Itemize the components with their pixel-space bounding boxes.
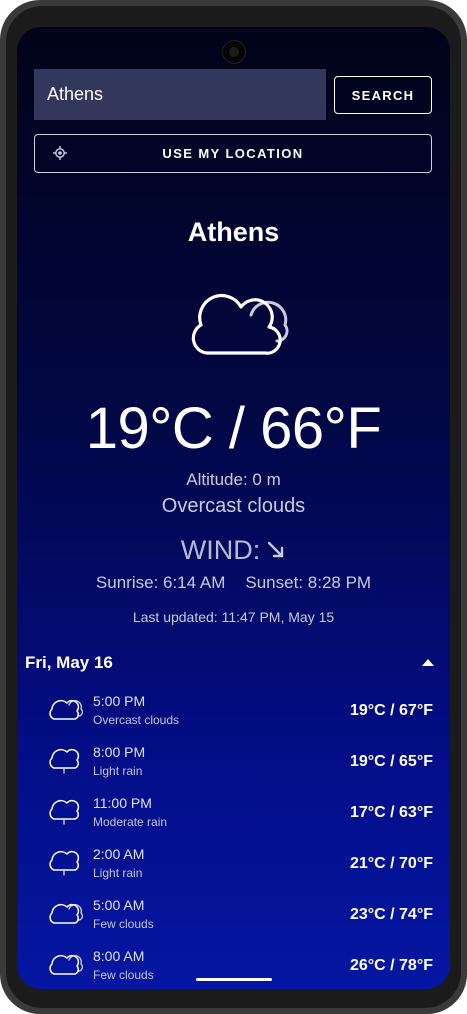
forecast-list[interactable]: 5:00 PM Overcast clouds 19°C / 67°F 8:00… [17, 689, 450, 979]
forecast-temperature: 23°C / 74°F [349, 906, 433, 923]
forecast-row[interactable]: 5:00 AM Few clouds 23°C / 74°F [17, 893, 450, 937]
cloud-icon [191, 293, 289, 355]
cloud-icon [49, 954, 83, 975]
last-updated: Last updated: 11:47 PM, May 15 [132, 609, 335, 625]
forecast-time: 11:00 PM [93, 795, 152, 811]
forecast-row[interactable]: 8:00 AM Few clouds 26°C / 78°F [17, 944, 450, 979]
sunset-time: Sunset: 8:28 PM [245, 573, 372, 592]
forecast-temperature: 19°C / 65°F [349, 753, 433, 770]
use-my-location-label: USE MY LOCATION [162, 146, 304, 161]
home-indicator[interactable] [196, 978, 272, 981]
forecast-description: Overcast clouds [93, 713, 180, 727]
forecast-day-header[interactable]: Fri, May 16 [25, 653, 442, 677]
wind-info: WIND: [17, 535, 450, 566]
current-temperature: 19°C / 66°F [85, 396, 382, 461]
forecast-row[interactable]: 8:00 PM Light rain 19°C / 65°F [17, 740, 450, 784]
forecast-description: Moderate rain [93, 815, 168, 829]
forecast-temperature: 19°C / 67°F [349, 702, 433, 719]
forecast-temperature: 26°C / 78°F [349, 957, 433, 974]
forecast-row[interactable]: 5:00 PM Overcast clouds 19°C / 67°F [17, 689, 450, 733]
sunrise-time: Sunrise: 6:14 AM [95, 573, 226, 592]
forecast-row[interactable]: 11:00 PM Moderate rain 17°C / 63°F [17, 791, 450, 835]
weather-description: Overcast clouds [161, 495, 306, 517]
wind-label: WIND: [180, 535, 261, 565]
cloud-icon [49, 699, 83, 720]
cloud-icon [49, 903, 83, 924]
forecast-time: 5:00 PM [93, 693, 146, 709]
forecast-time: 2:00 AM [93, 846, 145, 862]
rain-cloud-icon [49, 748, 80, 774]
rain-cloud-icon [49, 799, 80, 825]
crosshair-icon [53, 146, 67, 160]
altitude-text: Altitude: 0 m [186, 470, 281, 489]
forecast-time: 8:00 AM [93, 948, 145, 964]
sun-times: Sunrise: 6:14 AM Sunset: 8:28 PM [17, 573, 450, 593]
forecast-description: Light rain [93, 866, 143, 880]
forecast-description: Light rain [93, 764, 143, 778]
search-button[interactable]: SEARCH [334, 76, 432, 114]
forecast-temperature: 17°C / 63°F [349, 804, 433, 821]
forecast-time: 5:00 AM [93, 897, 145, 913]
forecast-description: Few clouds [93, 968, 154, 979]
forecast-day-label: Fri, May 16 [25, 653, 113, 672]
forecast-time: 8:00 PM [93, 744, 146, 760]
forecast-temperature: 21°C / 70°F [349, 855, 433, 872]
chevron-up-icon[interactable] [422, 659, 434, 666]
rain-cloud-icon [49, 850, 80, 876]
arrow-down-right-icon [268, 541, 284, 558]
app-screen: SEARCH USE MY LOCATION Athens 19°C / 66°… [17, 27, 450, 989]
forecast-description: Few clouds [93, 917, 154, 931]
use-my-location-button[interactable]: USE MY LOCATION [34, 134, 432, 173]
city-name: Athens [187, 217, 280, 247]
city-search-input[interactable] [34, 69, 326, 120]
front-camera [222, 40, 246, 64]
forecast-row[interactable]: 2:00 AM Light rain 21°C / 70°F [17, 842, 450, 886]
